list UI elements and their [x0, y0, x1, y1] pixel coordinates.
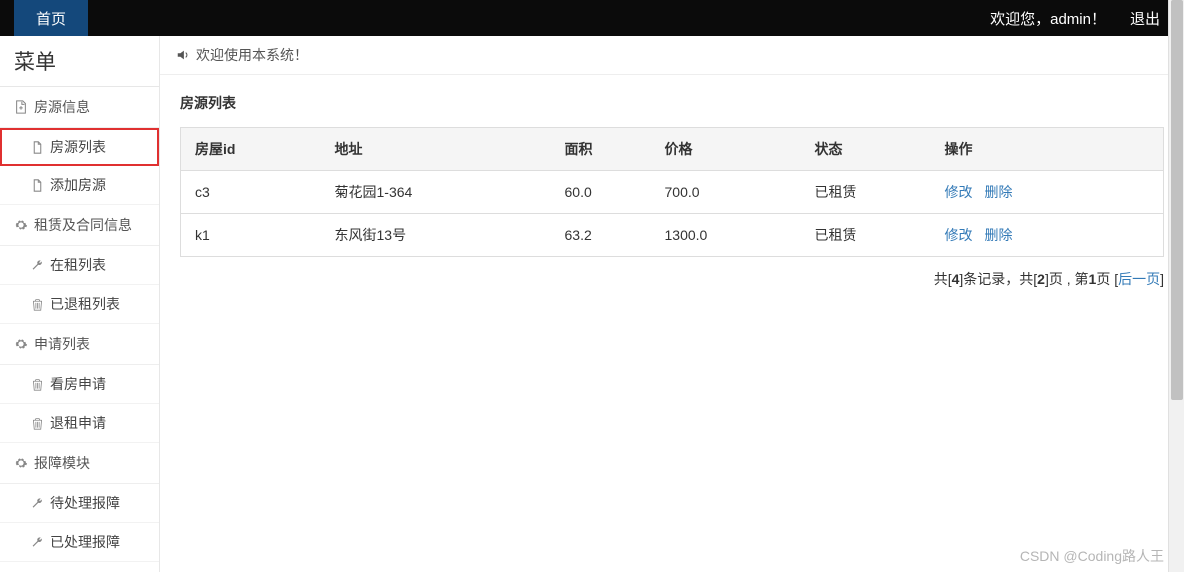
gear-icon [14, 218, 28, 232]
edit-link[interactable]: 修改 [945, 184, 973, 200]
pg-t4: 页 [ [1096, 271, 1118, 287]
cell-status: 已租赁 [801, 171, 931, 214]
document-icon [30, 178, 44, 192]
trash-icon [30, 377, 44, 391]
delete-link[interactable]: 删除 [985, 184, 1013, 200]
cell-status: 已租赁 [801, 214, 931, 257]
wrench-icon [30, 496, 44, 510]
cell-price: 1300.0 [651, 214, 801, 257]
menu-item[interactable]: 添加房源 [0, 166, 159, 205]
menu-group-label: 房源信息 [34, 97, 90, 117]
scrollbar-thumb[interactable] [1171, 0, 1183, 400]
delete-link[interactable]: 删除 [985, 227, 1013, 243]
home-link[interactable]: 首页 [14, 0, 88, 36]
menu-group[interactable]: 租金信息 [0, 562, 159, 572]
topbar-right: 欢迎您，admin！ 退出 [990, 8, 1160, 29]
cell-id: k1 [181, 214, 321, 257]
th-price: 价格 [651, 128, 801, 171]
menu-item-label: 已处理报障 [50, 532, 120, 552]
pg-t5: ] [1160, 271, 1164, 287]
menu-item-label: 添加房源 [50, 175, 106, 195]
menu-item-label: 在租列表 [50, 255, 106, 275]
menu-item[interactable]: 已退租列表 [0, 285, 159, 324]
topbar-left: 首页 [0, 0, 88, 36]
menu-group-label: 申请列表 [34, 334, 90, 354]
menu-group[interactable]: 租赁及合同信息 [0, 205, 159, 246]
logout-link[interactable]: 退出 [1130, 8, 1160, 29]
menu-item[interactable]: 退租申请 [0, 404, 159, 443]
menu-group-label: 租赁及合同信息 [34, 215, 132, 235]
volume-icon [176, 48, 190, 62]
menu-group-label: 报障模块 [34, 453, 90, 473]
pg-t2: ]条记录，共[ [959, 271, 1037, 287]
menu-item[interactable]: 看房申请 [0, 365, 159, 404]
table-header-row: 房屋id 地址 面积 价格 状态 操作 [181, 128, 1164, 171]
th-address: 地址 [321, 128, 551, 171]
pg-total-pages: 2 [1037, 271, 1045, 287]
menu-item[interactable]: 在租列表 [0, 246, 159, 285]
sidebar-title: 菜单 [0, 36, 159, 87]
th-status: 状态 [801, 128, 931, 171]
cell-actions: 修改删除 [931, 171, 1164, 214]
menu-group[interactable]: 申请列表 [0, 324, 159, 365]
main-content: 欢迎使用本系统！ 房源列表 房屋id 地址 面积 价格 状态 操作 c3 菊花园… [160, 36, 1184, 572]
menu-group[interactable]: 报障模块 [0, 443, 159, 484]
menu-item-label: 看房申请 [50, 374, 106, 394]
sidebar: 菜单 房源信息房源列表添加房源租赁及合同信息在租列表已退租列表申请列表看房申请退… [0, 36, 160, 572]
pg-t3: ]页 , 第 [1045, 271, 1089, 287]
sidebar-menu: 房源信息房源列表添加房源租赁及合同信息在租列表已退租列表申请列表看房申请退租申请… [0, 87, 159, 572]
menu-item-label: 待处理报障 [50, 493, 120, 513]
menu-item[interactable]: 已处理报障 [0, 523, 159, 562]
cell-area: 63.2 [551, 214, 651, 257]
cell-id: c3 [181, 171, 321, 214]
th-area: 面积 [551, 128, 651, 171]
table-row: k1 东风街13号 63.2 1300.0 已租赁 修改删除 [181, 214, 1164, 257]
pg-t1: 共[ [934, 271, 952, 287]
gear-icon [14, 337, 28, 351]
scrollbar[interactable] [1168, 0, 1184, 572]
pagination: 共[4]条记录，共[2]页 , 第1页 [后一页] [180, 269, 1164, 289]
menu-item[interactable]: 房源列表 [0, 128, 159, 166]
table-row: c3 菊花园1-364 60.0 700.0 已租赁 修改删除 [181, 171, 1164, 214]
cell-address: 东风街13号 [321, 214, 551, 257]
welcome-text: 欢迎您，admin！ [990, 8, 1106, 29]
wrench-icon [30, 258, 44, 272]
next-page-link[interactable]: 后一页 [1118, 271, 1160, 287]
cell-price: 700.0 [651, 171, 801, 214]
th-id: 房屋id [181, 128, 321, 171]
menu-item-label: 退租申请 [50, 413, 106, 433]
cell-actions: 修改删除 [931, 214, 1164, 257]
housing-table: 房屋id 地址 面积 价格 状态 操作 c3 菊花园1-364 60.0 700… [180, 127, 1164, 257]
th-action: 操作 [931, 128, 1164, 171]
topbar: 首页 欢迎您，admin！ 退出 [0, 0, 1184, 36]
cell-area: 60.0 [551, 171, 651, 214]
notice-text: 欢迎使用本系统！ [196, 45, 308, 65]
gear-icon [14, 456, 28, 470]
trash-icon [30, 416, 44, 430]
wrench-icon [30, 535, 44, 549]
menu-item[interactable]: 待处理报障 [0, 484, 159, 523]
cell-address: 菊花园1-364 [321, 171, 551, 214]
menu-item-label: 已退租列表 [50, 294, 120, 314]
trash-icon [30, 297, 44, 311]
file-plus-icon [14, 100, 28, 114]
notice-bar: 欢迎使用本系统！ [160, 36, 1184, 75]
edit-link[interactable]: 修改 [945, 227, 973, 243]
panel-title: 房源列表 [180, 93, 1164, 113]
document-icon [30, 140, 44, 154]
menu-group[interactable]: 房源信息 [0, 87, 159, 128]
menu-item-label: 房源列表 [50, 137, 106, 157]
